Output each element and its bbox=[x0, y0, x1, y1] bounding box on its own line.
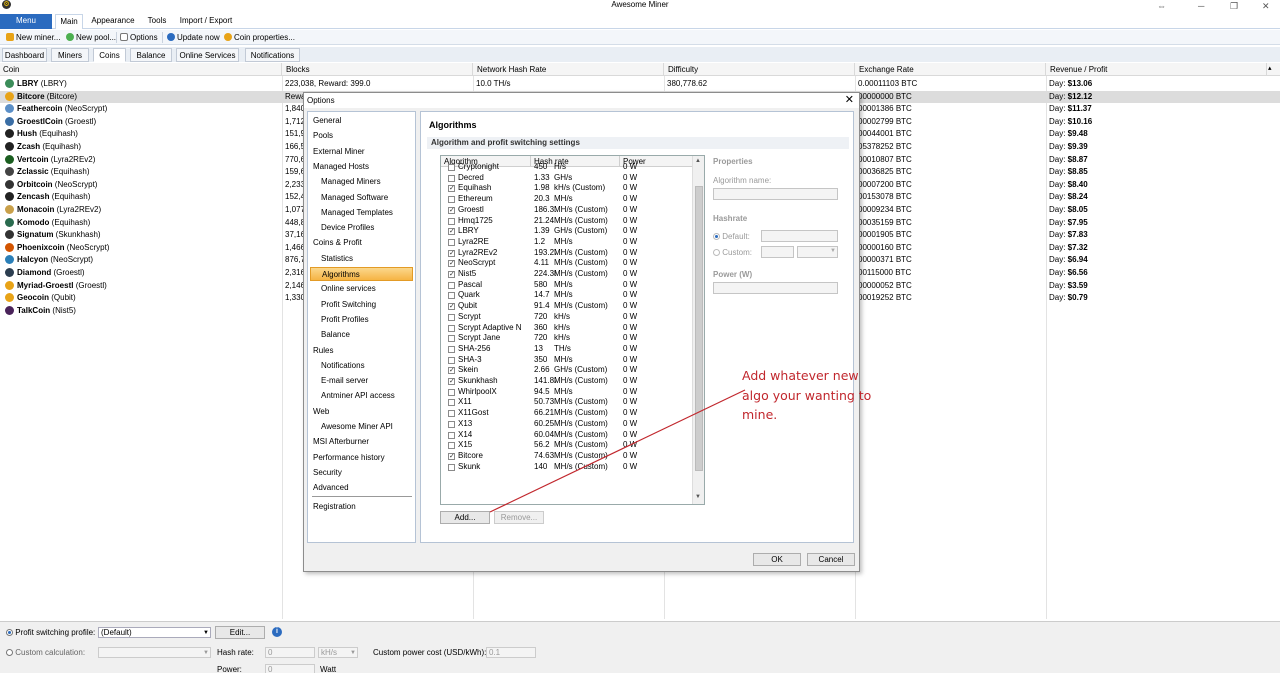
annotation-arrow bbox=[489, 389, 746, 513]
annotation-arrow-line bbox=[489, 389, 746, 513]
annotation-text: Add whatever new algo your wanting to mi… bbox=[742, 368, 872, 422]
